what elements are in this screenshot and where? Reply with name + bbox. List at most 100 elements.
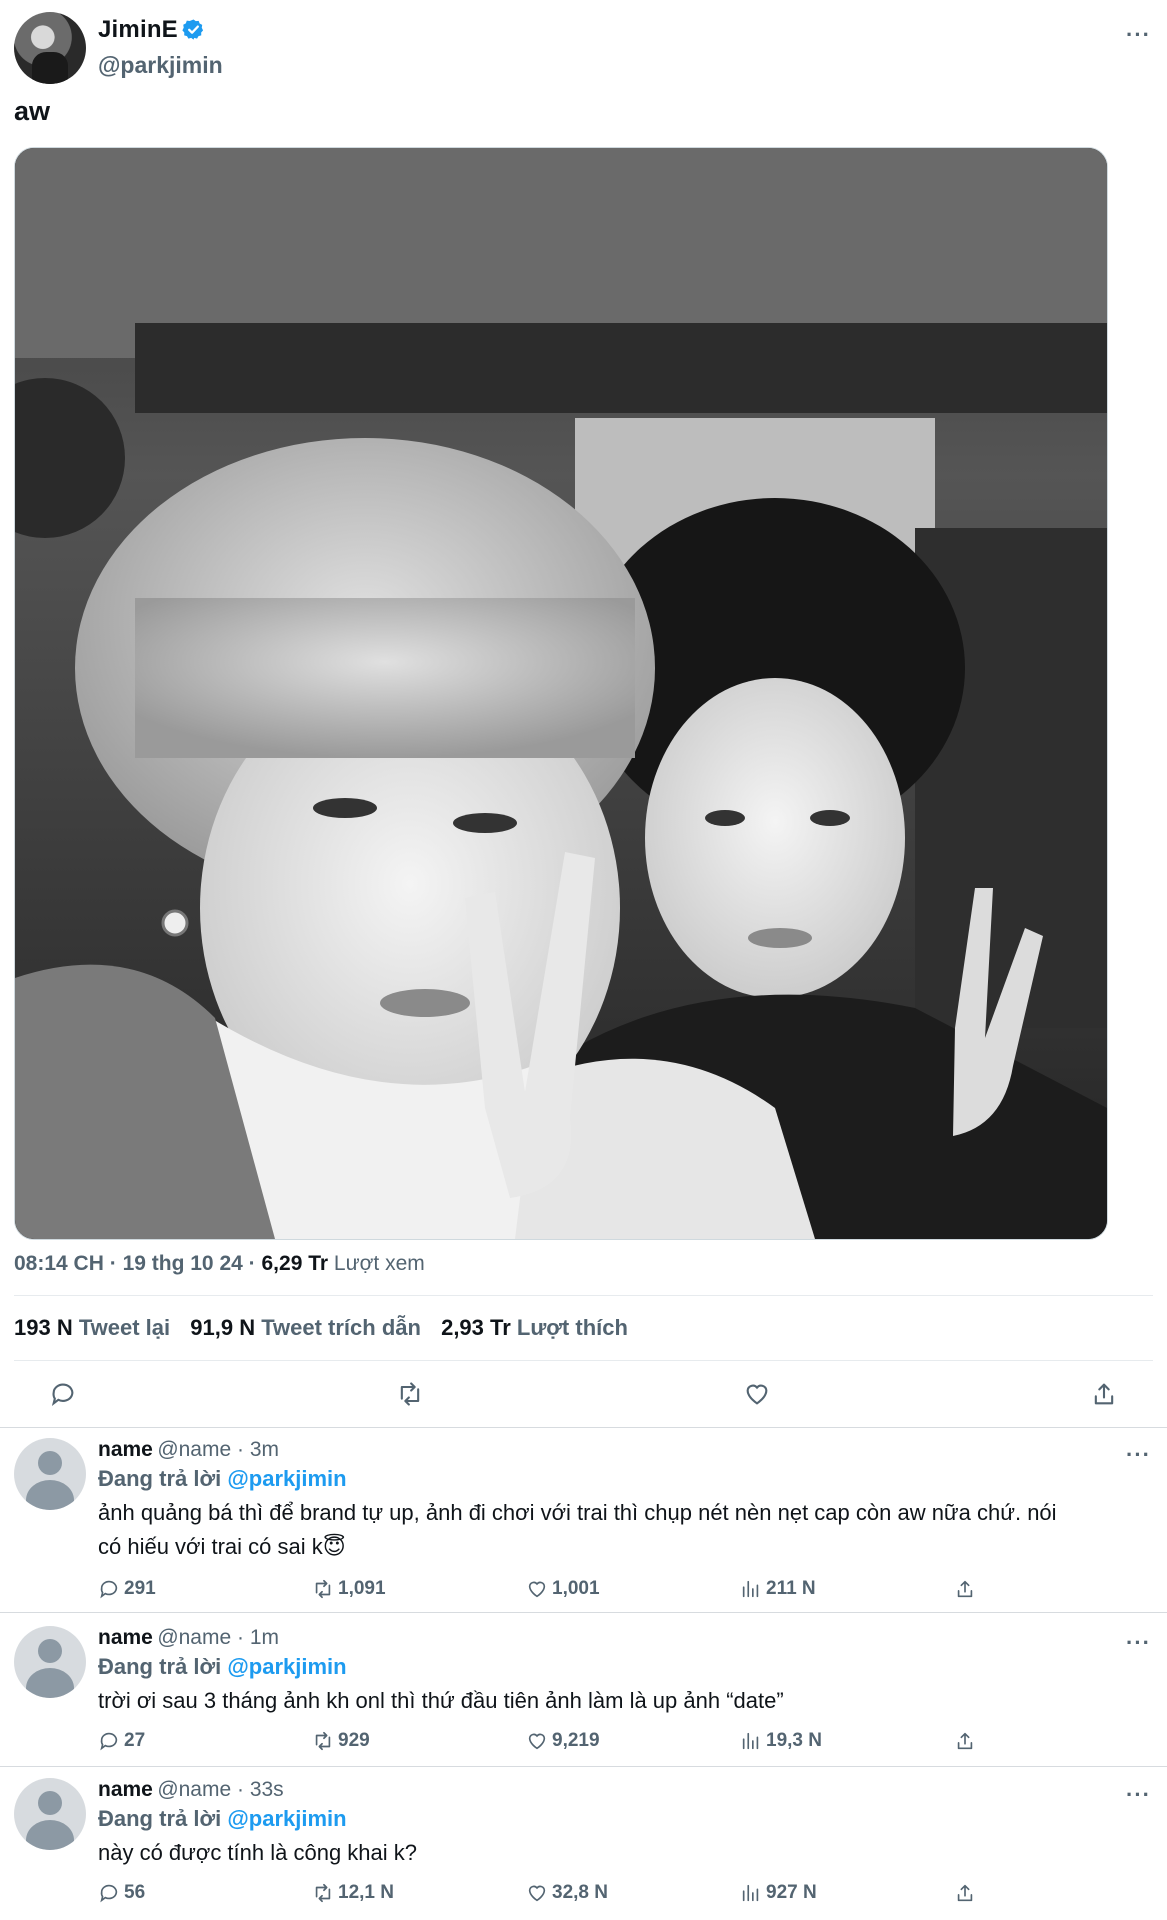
reply-retweet-count: 12,1 N (338, 1882, 394, 1903)
reply-tweet[interactable]: name @name · 1m ··· Đang trả lời @parkji… (0, 1616, 1167, 1766)
reply-header: name @name · 1m (98, 1626, 279, 1650)
like-label[interactable]: Lượt thích (517, 1315, 628, 1340)
reply-retweet-count: 929 (338, 1730, 370, 1751)
tweet-time[interactable]: 08:14 CH (14, 1252, 104, 1275)
views-icon (742, 1580, 759, 1598)
tweet-photo[interactable] (14, 147, 1108, 1240)
reply-retweet-count: 1,091 (338, 1578, 386, 1599)
reply-icon[interactable] (49, 1380, 77, 1408)
reply-views-action[interactable]: 19,3 N (740, 1730, 822, 1752)
reply-reply-count: 27 (124, 1730, 146, 1751)
more-icon[interactable]: ··· (1126, 1630, 1151, 1656)
reply-avatar[interactable] (14, 1438, 86, 1510)
reply-text-line: có hiếu với trai có sai k😇 (98, 1534, 346, 1559)
reply-views-count: 211 N (766, 1578, 816, 1599)
tweet-meta: 08:14 CH · 19 thg 10 24 · 6,29 Tr Lượt x… (14, 1252, 425, 1276)
like-icon (528, 1581, 546, 1598)
reply-retweet-action[interactable]: 1,091 (312, 1578, 386, 1600)
reply-reply-count: 56 (124, 1882, 146, 1903)
reply-like-action[interactable]: 9,219 (526, 1730, 600, 1752)
retweet-count[interactable]: 193 N (14, 1315, 73, 1340)
views-icon (742, 1884, 759, 1902)
share-icon[interactable] (954, 1882, 976, 1904)
reply-icon (100, 1884, 118, 1903)
replying-prefix: Đang trả lời (98, 1806, 222, 1831)
reply-author-name[interactable]: name (98, 1438, 153, 1461)
reply-reply-action[interactable]: 291 (98, 1578, 156, 1600)
divider (0, 1612, 1167, 1613)
reply-views-count: 19,3 N (766, 1730, 822, 1751)
retweet-icon (315, 1731, 331, 1751)
author-name[interactable]: JiminE (98, 16, 178, 44)
reply-reply-count: 291 (124, 1578, 156, 1599)
views-icon (742, 1732, 759, 1750)
divider (0, 1766, 1167, 1767)
author-handle[interactable]: @parkjimin (98, 52, 223, 79)
replying-to: Đang trả lời @parkjimin (98, 1654, 347, 1680)
tweet-text: aw (14, 96, 51, 126)
reply-views-action[interactable]: 927 N (740, 1882, 817, 1904)
divider (14, 1295, 1153, 1296)
reply-text-line: này có được tính là công khai k? (98, 1840, 417, 1865)
reply-author-handle[interactable]: @name · 1m (157, 1626, 279, 1649)
reply-avatar[interactable] (14, 1626, 86, 1698)
reply-retweet-action[interactable]: 929 (312, 1730, 370, 1752)
quote-count[interactable]: 91,9 N (190, 1315, 255, 1340)
meta-dot-1: · (109, 1252, 117, 1275)
photo-illustration (15, 148, 1107, 1239)
replying-mention[interactable]: @parkjimin (227, 1654, 346, 1679)
share-icon[interactable] (954, 1730, 976, 1752)
reply-header: name @name · 3m (98, 1438, 279, 1462)
reply-header: name @name · 33s (98, 1778, 284, 1802)
share-icon[interactable] (954, 1578, 976, 1600)
retweet-label[interactable]: Tweet lại (79, 1315, 170, 1340)
reply-author-name[interactable]: name (98, 1778, 153, 1801)
retweet-icon (315, 1883, 331, 1903)
retweet-icon[interactable] (396, 1380, 424, 1408)
reply-tweet[interactable]: name @name · 3m ··· Đang trả lời @parkji… (0, 1428, 1167, 1612)
reply-avatar[interactable] (14, 1778, 86, 1850)
tweet-views-count[interactable]: 6,29 Tr (262, 1252, 329, 1275)
like-count[interactable]: 2,93 Tr (441, 1315, 511, 1340)
reply-icon (100, 1580, 118, 1599)
replying-prefix: Đang trả lời (98, 1466, 222, 1491)
reply-author-handle[interactable]: @name · 3m (157, 1438, 279, 1461)
reply-author-handle[interactable]: @name · 33s (157, 1778, 283, 1801)
reply-like-count: 9,219 (552, 1730, 600, 1751)
reply-views-action[interactable]: 211 N (740, 1578, 816, 1600)
like-icon (528, 1885, 546, 1902)
replying-to: Đang trả lời @parkjimin (98, 1806, 347, 1832)
reply-like-count: 1,001 (552, 1578, 600, 1599)
reply-views-count: 927 N (766, 1882, 817, 1903)
reply-text: trời ơi sau 3 tháng ảnh kh onl thì thứ đ… (98, 1684, 1158, 1718)
reply-retweet-action[interactable]: 12,1 N (312, 1882, 394, 1904)
retweet-icon (315, 1579, 331, 1599)
share-icon[interactable] (1090, 1380, 1118, 1408)
verified-badge-icon (182, 19, 204, 40)
tweet-stats: 193 N Tweet lại 91,9 N Tweet trích dẫn 2… (14, 1315, 642, 1341)
like-icon[interactable] (743, 1380, 771, 1408)
more-icon[interactable]: ··· (1126, 1782, 1151, 1808)
replying-prefix: Đang trả lời (98, 1654, 222, 1679)
like-icon (528, 1733, 546, 1750)
reply-like-action[interactable]: 32,8 N (526, 1882, 608, 1904)
author-avatar[interactable] (14, 12, 86, 84)
replying-mention[interactable]: @parkjimin (227, 1806, 346, 1831)
reply-text: này có được tính là công khai k? (98, 1836, 1158, 1870)
replying-mention[interactable]: @parkjimin (227, 1466, 346, 1491)
reply-reply-action[interactable]: 27 (98, 1730, 145, 1752)
reply-like-action[interactable]: 1,001 (526, 1578, 600, 1600)
replying-to: Đang trả lời @parkjimin (98, 1466, 347, 1492)
quote-label[interactable]: Tweet trích dẫn (261, 1315, 421, 1340)
more-icon[interactable]: ··· (1126, 22, 1151, 48)
tweet-date[interactable]: 19 thg 10 24 (123, 1252, 243, 1275)
reply-icon (100, 1732, 118, 1751)
tweet-views-label: Lượt xem (333, 1252, 425, 1275)
reply-reply-action[interactable]: 56 (98, 1882, 145, 1904)
more-icon[interactable]: ··· (1126, 1442, 1151, 1468)
divider (14, 1360, 1153, 1361)
meta-dot-2: · (248, 1252, 256, 1275)
reply-author-name[interactable]: name (98, 1626, 153, 1649)
reply-text-line: ảnh quảng bá thì để brand tự up, ảnh đi … (98, 1500, 1057, 1525)
reply-tweet[interactable]: name @name · 33s ··· Đang trả lời @parkj… (0, 1768, 1167, 1918)
